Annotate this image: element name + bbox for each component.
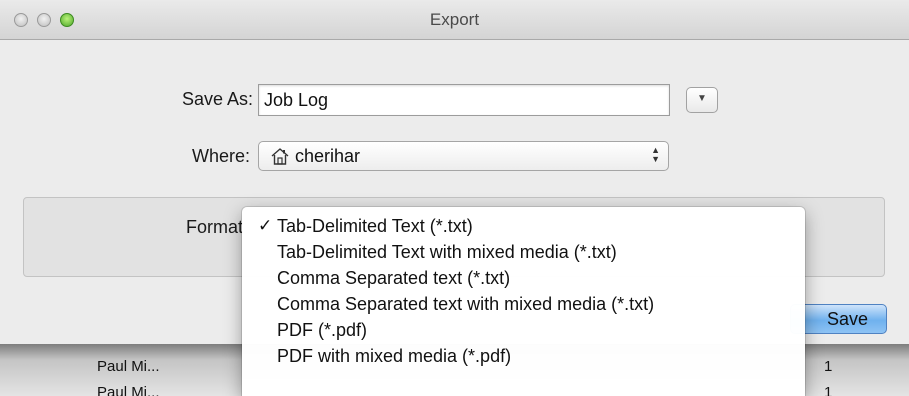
menu-item-pdf[interactable]: PDF (*.pdf) xyxy=(242,317,805,343)
title-bar: Export xyxy=(0,0,909,40)
format-dropdown-menu: ✓ Tab-Delimited Text (*.txt) Tab-Delimit… xyxy=(242,207,805,396)
checkmark-icon: ✓ xyxy=(258,216,273,235)
table-cell-name: Paul Mi... xyxy=(97,358,160,375)
expand-dialog-button[interactable]: ▼ xyxy=(686,87,718,113)
where-value: cherihar xyxy=(295,146,361,166)
triangle-down-icon: ▼ xyxy=(697,93,707,104)
window-title: Export xyxy=(429,10,480,29)
menu-item-label: Tab-Delimited Text (*.txt) xyxy=(277,216,473,236)
menu-item-label: PDF (*.pdf) xyxy=(277,320,368,340)
table-cell-name: Paul Mi... xyxy=(97,384,160,396)
menu-item-label: Comma Separated text with mixed media (*… xyxy=(277,294,655,314)
table-cell-count: 1 xyxy=(824,358,833,375)
table-cell-count: 1 xyxy=(824,384,833,396)
where-label: Where: xyxy=(191,146,250,166)
format-label: Format xyxy=(185,217,243,237)
where-popup[interactable]: cherihar ▲ ▼ xyxy=(258,141,669,171)
menu-item-comma-separated[interactable]: Comma Separated text (*.txt) xyxy=(242,265,805,291)
menu-item-tab-delimited[interactable]: ✓ Tab-Delimited Text (*.txt) xyxy=(242,213,805,239)
menu-item-label: PDF with mixed media (*.pdf) xyxy=(277,346,512,366)
home-icon xyxy=(271,148,289,165)
up-down-chevron-icon: ▲ ▼ xyxy=(651,145,660,164)
menu-item-label: Tab-Delimited Text with mixed media (*.t… xyxy=(277,242,617,262)
menu-item-label: Comma Separated text (*.txt) xyxy=(277,268,511,288)
menu-item-pdf-mixed-media[interactable]: PDF with mixed media (*.pdf) xyxy=(242,343,805,369)
save-as-label: Save As: xyxy=(181,89,253,109)
menu-item-comma-separated-mixed-media[interactable]: Comma Separated text with mixed media (*… xyxy=(242,291,805,317)
save-as-input[interactable]: Job Log xyxy=(258,84,670,116)
menu-item-tab-delimited-mixed-media[interactable]: Tab-Delimited Text with mixed media (*.t… xyxy=(242,239,805,265)
